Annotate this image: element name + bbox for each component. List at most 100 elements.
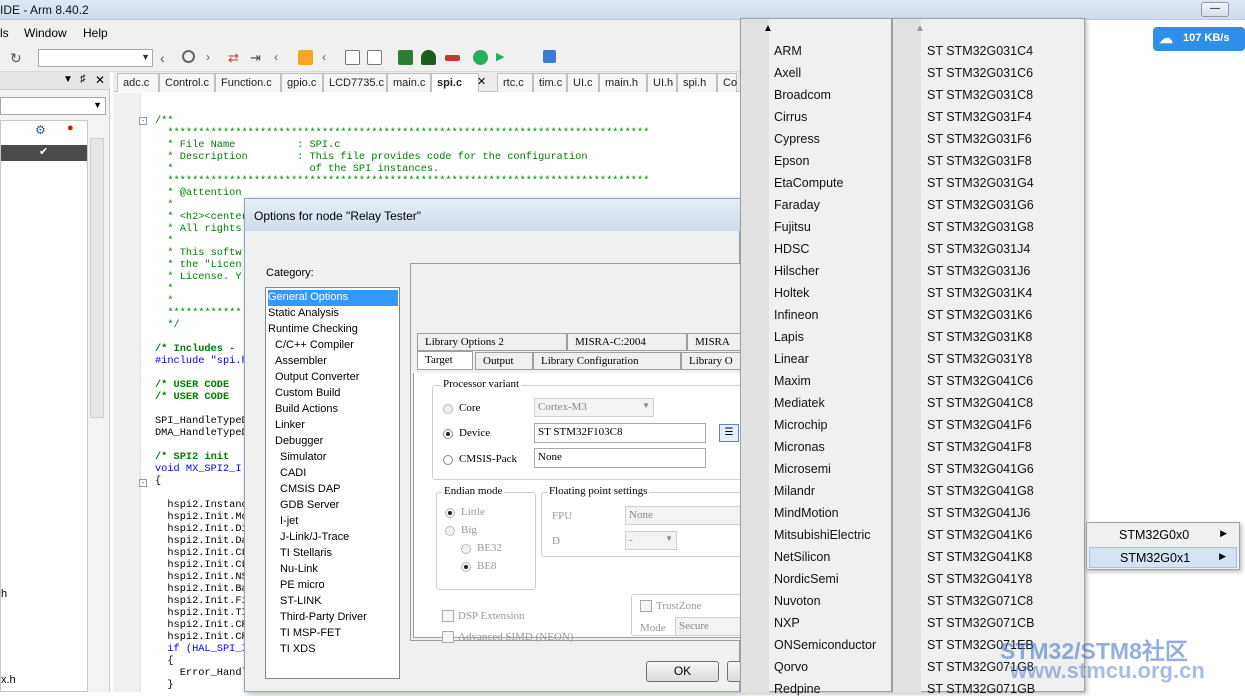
refresh-icon[interactable]: ↻ <box>10 50 22 67</box>
vendor-item[interactable]: NordicSemi <box>774 572 839 586</box>
page-back-icon[interactable] <box>345 50 360 65</box>
vendor-item[interactable]: Micronas <box>774 440 825 454</box>
menu-window[interactable]: Window <box>24 26 67 40</box>
category-item[interactable]: Output Converter <box>268 370 359 386</box>
tab-main-h[interactable]: main.h <box>599 73 647 92</box>
tab-main-c[interactable]: main.c <box>387 73 431 92</box>
selected-project-row[interactable]: ✔ <box>1 145 87 161</box>
category-item[interactable]: Linker <box>268 418 305 434</box>
mode-select[interactable]: Secure <box>675 617 745 636</box>
toolbar-combo[interactable]: ▼ <box>38 49 153 67</box>
pin-icon[interactable]: ♯ <box>80 73 86 85</box>
vendor-item[interactable]: Qorvo <box>774 660 808 674</box>
category-item[interactable]: TI MSP-FET <box>268 626 341 642</box>
prev-bookmark-icon[interactable]: ‹ <box>322 50 337 65</box>
device-item[interactable]: ST STM32G041F6 <box>927 418 1032 432</box>
device-item[interactable]: ST STM32G071CB <box>927 616 1034 630</box>
tab-rtc-c[interactable]: rtc.c <box>497 73 533 92</box>
tab-lcd7735-c[interactable]: LCD7735.c <box>323 73 387 92</box>
core-select[interactable]: Cortex-M3 ▼ <box>534 398 654 417</box>
tab-adc-c[interactable]: adc.c <box>117 73 159 92</box>
tab-ui-c[interactable]: UI.c <box>567 73 599 92</box>
device-item[interactable]: ST STM32G031C8 <box>927 88 1033 102</box>
tab-ui-h[interactable]: UI.h <box>647 73 677 92</box>
device-family-item[interactable]: STM32G0x0 ▶ <box>1089 525 1237 546</box>
tab-gpio-c[interactable]: gpio.c <box>281 73 323 92</box>
device-item[interactable]: ST STM32G031K4 <box>927 286 1032 300</box>
stop-build-icon[interactable] <box>445 55 460 61</box>
device-item[interactable]: ST STM32G031F8 <box>927 154 1032 168</box>
vendor-item[interactable]: HDSC <box>774 242 809 256</box>
category-item[interactable]: I-jet <box>268 514 298 530</box>
close-tab-icon[interactable]: ✕ <box>477 75 486 88</box>
device-item[interactable]: ST STM32G031K6 <box>927 308 1032 322</box>
tab-misra-c-2004[interactable]: MISRA-C:2004 <box>567 333 687 351</box>
category-item[interactable]: Build Actions <box>268 402 338 418</box>
device-item[interactable]: ST STM32G041Y8 <box>927 572 1032 586</box>
tab-library-options-2[interactable]: Library Options 2 <box>417 333 567 351</box>
category-item[interactable]: Assembler <box>268 354 327 370</box>
vendor-item[interactable]: Cypress <box>774 132 820 146</box>
vendor-item[interactable]: ONSemiconductor <box>774 638 876 652</box>
vendor-item[interactable]: NXP <box>774 616 800 630</box>
category-item[interactable]: General Options <box>268 290 398 306</box>
tab-function-c[interactable]: Function.c <box>215 73 281 92</box>
device-item[interactable]: ST STM32G041F8 <box>927 440 1032 454</box>
category-item[interactable]: Debugger <box>268 434 323 450</box>
vendor-item[interactable]: Milandr <box>774 484 815 498</box>
vendor-item[interactable]: NetSilicon <box>774 550 830 564</box>
tree-file-item[interactable]: h <box>1 588 7 600</box>
cmsis-pack-radio[interactable] <box>443 455 453 465</box>
network-speed-badge[interactable]: ☁ 107 KB/s <box>1153 27 1245 51</box>
workspace-tree[interactable]: ⚙ ● ✔ h x.h <box>0 120 88 692</box>
device-item[interactable]: ST STM32G031J6 <box>927 264 1030 278</box>
device-item[interactable]: ST STM32G041K6 <box>927 528 1032 542</box>
minimize-button[interactable]: — <box>1201 2 1229 17</box>
tab-spi-c[interactable]: spi.c <box>431 73 479 92</box>
dsp-extension-checkbox[interactable] <box>442 610 454 622</box>
device-item[interactable]: ST STM32G041K8 <box>927 550 1032 564</box>
device-item[interactable]: ST STM32G041J6 <box>927 506 1030 520</box>
scroll-up-icon[interactable]: ▲ <box>763 23 773 34</box>
vendor-item[interactable]: Microsemi <box>774 462 831 476</box>
device-family-item[interactable]: STM32G0x1 ▶ <box>1089 547 1237 568</box>
advanced-simd-checkbox[interactable] <box>442 631 454 643</box>
vendor-item[interactable]: Fujitsu <box>774 220 811 234</box>
find-icon[interactable] <box>182 50 195 63</box>
vendor-item[interactable]: Faraday <box>774 198 820 212</box>
category-item[interactable]: TI Stellaris <box>268 546 332 562</box>
menu-help[interactable]: Help <box>83 26 108 40</box>
device-item[interactable]: ST STM32G031Y8 <box>927 352 1032 366</box>
scroll-up-icon[interactable]: ▲ <box>915 23 925 34</box>
settings-gear-icon[interactable]: ⚙ <box>35 123 46 137</box>
indent-icon[interactable]: ⇥ <box>250 50 265 65</box>
fold-toggle-icon[interactable]: - <box>139 117 147 125</box>
device-item[interactable]: ST STM32G031G8 <box>927 220 1034 234</box>
tab-control-c[interactable]: Control.c <box>159 73 215 92</box>
category-item[interactable]: C/C++ Compiler <box>268 338 354 354</box>
vendor-item[interactable]: Mediatek <box>774 396 825 410</box>
fpu-select[interactable]: None <box>625 506 745 525</box>
panel-menu-icon[interactable]: ▼ <box>63 74 73 85</box>
device-item[interactable]: ST STM32G031C6 <box>927 66 1033 80</box>
device-item[interactable]: ST STM32G031F4 <box>927 110 1032 124</box>
device-select-button[interactable]: ☰ <box>719 424 739 442</box>
category-item[interactable]: TI XDS <box>268 642 315 658</box>
cmsis-pack-field[interactable]: None <box>534 448 706 468</box>
device-item[interactable]: ST STM32G071C8 <box>927 594 1033 608</box>
vendor-item[interactable]: Lapis <box>774 330 804 344</box>
swap-icon[interactable]: ⇄ <box>228 50 243 65</box>
forward-icon[interactable]: › <box>206 50 221 65</box>
close-panel-icon[interactable]: ✕ <box>95 73 105 87</box>
category-item[interactable]: Runtime Checking <box>268 322 358 338</box>
vendor-item[interactable]: MindMotion <box>774 506 839 520</box>
d-select[interactable]: - ▼ <box>625 531 677 550</box>
be8-radio[interactable] <box>461 562 471 572</box>
vendor-item[interactable]: Hilscher <box>774 264 819 278</box>
little-endian-radio[interactable] <box>445 508 455 518</box>
vendor-item[interactable]: Redpine <box>774 682 821 696</box>
device-item[interactable]: ST STM32G031G6 <box>927 198 1034 212</box>
tab-spi-h[interactable]: spi.h <box>677 73 717 92</box>
tab-library-options[interactable]: Library O <box>681 352 741 370</box>
vendor-item[interactable]: Nuvoton <box>774 594 821 608</box>
